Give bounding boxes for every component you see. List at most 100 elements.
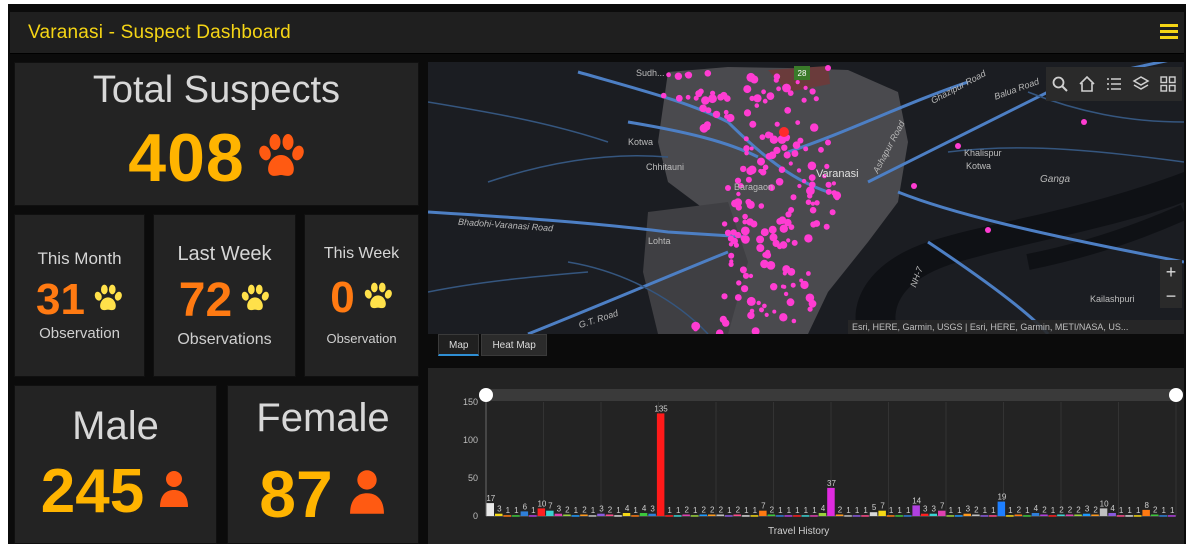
suspect-marker[interactable] — [742, 219, 748, 225]
suspect-marker[interactable] — [720, 91, 728, 100]
chart-bar[interactable] — [946, 515, 955, 517]
chart-bar[interactable] — [827, 487, 835, 516]
chart-bar[interactable] — [1031, 513, 1040, 516]
suspect-marker[interactable] — [807, 161, 817, 171]
chart-bar[interactable] — [1014, 514, 1023, 517]
chart-bar[interactable] — [844, 515, 852, 517]
suspect-marker[interactable] — [791, 150, 799, 157]
suspect-marker[interactable] — [760, 259, 769, 269]
chart-bar[interactable] — [537, 508, 546, 516]
suspect-marker[interactable] — [739, 266, 747, 274]
suspect-marker[interactable] — [806, 271, 811, 276]
chart-bar[interactable] — [938, 510, 946, 516]
suspect-marker[interactable] — [743, 145, 750, 152]
suspect-marker[interactable] — [740, 165, 747, 173]
search-icon[interactable] — [1051, 75, 1069, 93]
chart-bar[interactable] — [963, 513, 972, 516]
chart-bar[interactable] — [682, 514, 690, 517]
chart-bar[interactable] — [1057, 514, 1065, 517]
chart-bar[interactable] — [699, 514, 708, 517]
suspect-marker[interactable] — [725, 185, 731, 191]
chart-bar[interactable] — [1006, 515, 1014, 517]
chart-bar[interactable] — [1099, 508, 1108, 516]
chart-bar[interactable] — [801, 515, 810, 517]
suspect-marker[interactable] — [779, 313, 788, 322]
suspect-marker[interactable] — [734, 294, 742, 301]
suspect-marker[interactable] — [813, 96, 819, 102]
chart-bar[interactable] — [1091, 514, 1099, 517]
suspect-marker[interactable] — [750, 75, 759, 84]
chart-bar[interactable] — [861, 515, 869, 517]
chart-bar[interactable] — [571, 515, 580, 517]
suspect-marker[interactable] — [770, 283, 778, 291]
suspect-marker[interactable] — [779, 224, 788, 233]
suspect-marker[interactable] — [829, 209, 836, 216]
chart-bar[interactable] — [639, 513, 648, 516]
chart-bar[interactable] — [903, 515, 912, 517]
suspect-marker[interactable] — [790, 194, 797, 201]
zoom-out-button[interactable]: − — [1160, 284, 1182, 308]
suspect-marker[interactable] — [775, 178, 784, 186]
suspect-marker[interactable] — [748, 273, 754, 279]
suspect-marker[interactable] — [809, 181, 816, 188]
suspect-marker[interactable] — [782, 271, 787, 276]
chart-bar[interactable] — [665, 515, 673, 517]
suspect-marker[interactable] — [985, 227, 991, 233]
legend-list-icon[interactable] — [1105, 75, 1123, 93]
suspect-marker[interactable] — [733, 242, 739, 248]
suspect-marker[interactable] — [759, 134, 766, 140]
suspect-marker[interactable] — [734, 231, 742, 239]
suspect-marker[interactable] — [760, 228, 769, 237]
chart-bar[interactable] — [605, 514, 614, 517]
suspect-marker[interactable] — [745, 198, 752, 206]
suspect-marker[interactable] — [756, 300, 761, 306]
suspect-marker[interactable] — [705, 125, 711, 131]
basemap-gallery-icon[interactable] — [1159, 75, 1177, 93]
suspect-marker[interactable] — [825, 65, 831, 71]
chart-bar[interactable] — [776, 515, 784, 517]
chart-bar[interactable] — [1168, 515, 1176, 517]
suspect-marker[interactable] — [693, 95, 699, 101]
chart-bar[interactable] — [759, 510, 767, 516]
suspect-marker[interactable] — [724, 229, 732, 236]
suspect-marker[interactable] — [685, 94, 691, 100]
suspect-marker[interactable] — [675, 94, 683, 102]
chart-bar[interactable] — [554, 513, 563, 516]
layers-icon[interactable] — [1132, 75, 1150, 93]
suspect-marker[interactable] — [834, 195, 840, 201]
chart-bar[interactable] — [742, 515, 750, 517]
suspect-marker[interactable] — [786, 298, 795, 307]
suspect-marker[interactable] — [809, 206, 817, 214]
chart-bar[interactable] — [955, 515, 963, 517]
suspect-marker[interactable] — [759, 307, 764, 313]
suspect-marker[interactable] — [722, 319, 730, 327]
chart-bar[interactable] — [810, 515, 818, 517]
chart-bar[interactable] — [929, 513, 938, 516]
suspect-marker[interactable] — [810, 201, 815, 206]
suspect-marker[interactable] — [756, 244, 765, 252]
chart-bar[interactable] — [1159, 515, 1168, 517]
suspect-marker[interactable] — [810, 123, 819, 132]
suspect-marker[interactable] — [778, 166, 786, 173]
chart-bar[interactable] — [503, 515, 512, 517]
suspect-marker[interactable] — [779, 241, 788, 249]
suspect-marker[interactable] — [762, 164, 769, 171]
chart-bar[interactable] — [1133, 515, 1142, 517]
suspect-marker[interactable] — [792, 141, 801, 149]
suspect-marker[interactable] — [791, 318, 797, 324]
suspect-marker[interactable] — [810, 221, 817, 228]
suspect-marker[interactable] — [1081, 119, 1087, 125]
suspect-marker[interactable] — [736, 191, 741, 197]
suspect-marker[interactable] — [723, 109, 729, 115]
suspect-marker[interactable] — [797, 183, 802, 189]
suspect-marker[interactable] — [803, 146, 809, 152]
chart-bar[interactable] — [886, 515, 895, 517]
suspect-marker[interactable] — [799, 278, 804, 283]
chart-bar[interactable] — [980, 515, 989, 517]
suspect-marker[interactable] — [699, 104, 707, 113]
suspect-marker[interactable] — [780, 284, 785, 289]
suspect-marker[interactable] — [756, 235, 765, 244]
suspect-marker[interactable] — [757, 157, 765, 166]
chart-bar[interactable] — [920, 513, 929, 516]
chart-bar[interactable] — [708, 514, 716, 517]
